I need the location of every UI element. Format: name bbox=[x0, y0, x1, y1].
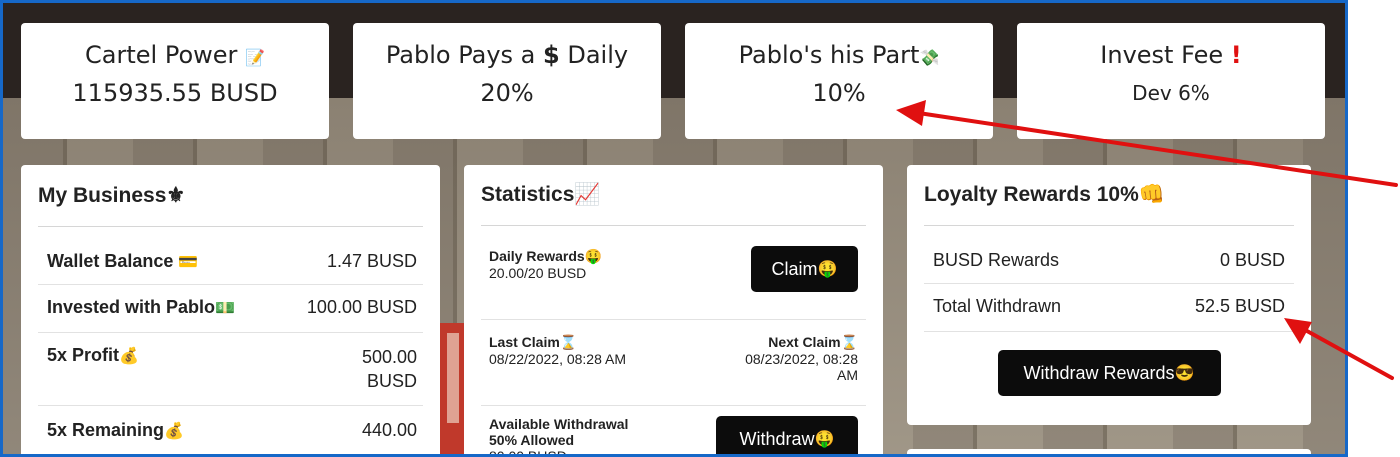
arrow-head-top bbox=[896, 100, 926, 126]
annotation-arrows bbox=[896, 100, 1398, 380]
annotation-arrow-bottom bbox=[1296, 324, 1394, 380]
annotation-arrow-top bbox=[910, 110, 1398, 187]
